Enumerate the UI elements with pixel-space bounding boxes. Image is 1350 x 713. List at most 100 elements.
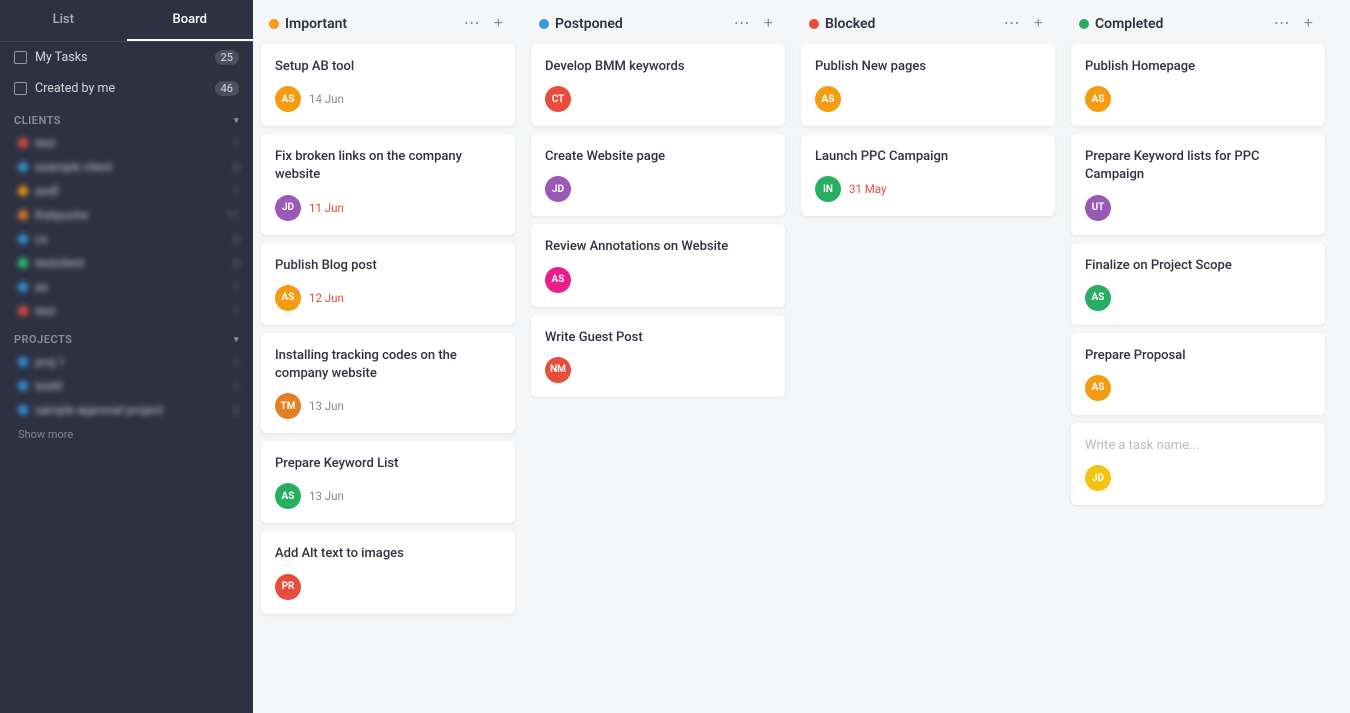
card-title: Review Annotations on Website <box>545 238 771 256</box>
blocked-dot <box>809 19 819 29</box>
avatar: CT <box>545 86 571 112</box>
client-item-asdf[interactable]: asdf 1 <box>0 179 253 203</box>
avatar: AS <box>1085 285 1111 311</box>
card-publish-blog[interactable]: Publish Blog post AS 12 Jun <box>261 243 515 325</box>
card-title: Launch PPC Campaign <box>815 148 1041 166</box>
checkbox-created-by-me <box>14 82 27 95</box>
client-item-ao[interactable]: ao 1 <box>0 275 253 299</box>
clients-arrow-icon: ▾ <box>234 116 239 126</box>
card-review-annotations[interactable]: Review Annotations on Website AS <box>531 224 785 306</box>
card-date: 11 Jun <box>309 201 344 215</box>
important-more-button[interactable]: ⋯ <box>460 14 484 34</box>
avatar: IN <box>815 176 841 202</box>
tab-list[interactable]: List <box>0 0 127 41</box>
created-by-me-label: Created by me <box>35 81 115 96</box>
card-title: Publish New pages <box>815 58 1041 76</box>
card-prepare-keyword-list[interactable]: Prepare Keyword List AS 13 Jun <box>261 441 515 523</box>
client-item-test2[interactable]: test 1 <box>0 299 253 323</box>
card-title: Setup AB tool <box>275 58 501 76</box>
project-item-sample-approval[interactable]: sample approval project 2 <box>0 398 253 422</box>
column-blocked: Blocked ⋯ + Publish New pages AS Launch … <box>793 0 1063 713</box>
project-item-testit[interactable]: testit 1 <box>0 374 253 398</box>
card-setup-ab[interactable]: Setup AB tool AS 14 Jun <box>261 44 515 126</box>
card-title-placeholder: Write a task name... <box>1085 437 1311 455</box>
card-write-task-name[interactable]: Write a task name... JD <box>1071 423 1325 505</box>
avatar: PR <box>275 574 301 600</box>
card-publish-new-pages[interactable]: Publish New pages AS <box>801 44 1055 126</box>
avatar: AS <box>275 86 301 112</box>
card-prepare-proposal[interactable]: Prepare Proposal AS <box>1071 333 1325 415</box>
avatar: JD <box>1085 465 1111 491</box>
column-header-important: Important ⋯ + <box>261 0 515 44</box>
card-finalize-project-scope[interactable]: Finalize on Project Scope AS <box>1071 243 1325 325</box>
card-date: 14 Jun <box>309 92 344 106</box>
avatar: AS <box>545 267 571 293</box>
projects-label: Projects <box>14 333 72 346</box>
my-tasks-count: 25 <box>215 50 239 65</box>
column-header-completed: Completed ⋯ + <box>1071 0 1325 44</box>
avatar: AS <box>1085 86 1111 112</box>
completed-dot <box>1079 19 1089 29</box>
avatar: NM <box>545 357 571 383</box>
projects-arrow-icon: ▾ <box>234 335 239 345</box>
avatar: JD <box>275 195 301 221</box>
card-date: 31 May <box>849 182 886 196</box>
sidebar-tabs: List Board <box>0 0 253 42</box>
card-fix-broken[interactable]: Fix broken links on the company website … <box>261 134 515 234</box>
card-develop-bmm[interactable]: Develop BMM keywords CT <box>531 44 785 126</box>
clients-section-header[interactable]: Clients ▾ <box>0 104 253 131</box>
client-item-testclient[interactable]: testclient 5 <box>0 251 253 275</box>
avatar: UT <box>1085 195 1111 221</box>
avatar: AS <box>275 285 301 311</box>
sidebar-item-my-tasks[interactable]: My Tasks 25 <box>0 42 253 73</box>
column-header-blocked: Blocked ⋯ + <box>801 0 1055 44</box>
card-title: Develop BMM keywords <box>545 58 771 76</box>
postponed-dot <box>539 19 549 29</box>
my-tasks-label: My Tasks <box>35 50 88 65</box>
checkbox-my-tasks <box>14 51 27 64</box>
card-launch-ppc[interactable]: Launch PPC Campaign IN 31 May <box>801 134 1055 216</box>
blocked-title: Blocked <box>825 16 994 32</box>
client-item-cs[interactable]: cs 3 <box>0 227 253 251</box>
card-title: Create Website page <box>545 148 771 166</box>
column-header-postponed: Postponed ⋯ + <box>531 0 785 44</box>
postponed-add-button[interactable]: + <box>760 14 777 34</box>
card-date: 13 Jun <box>309 489 344 503</box>
card-installing-tracking[interactable]: Installing tracking codes on the company… <box>261 333 515 433</box>
sidebar: List Board My Tasks 25 Created by me 46 … <box>0 0 253 713</box>
client-item-thatpuche[interactable]: thatpuche 11 <box>0 203 253 227</box>
avatar: AS <box>275 483 301 509</box>
completed-add-button[interactable]: + <box>1300 14 1317 34</box>
card-prepare-keyword-lists-ppc[interactable]: Prepare Keyword lists for PPC Campaign U… <box>1071 134 1325 234</box>
card-title: Add Alt text to images <box>275 545 501 563</box>
avatar: TM <box>275 393 301 419</box>
card-title: Prepare Proposal <box>1085 347 1311 365</box>
completed-more-button[interactable]: ⋯ <box>1270 14 1294 34</box>
column-important: Important ⋯ + Setup AB tool AS 14 Jun Fi… <box>253 0 523 713</box>
card-add-alt-text[interactable]: Add Alt text to images PR <box>261 531 515 613</box>
project-item-proj1[interactable]: proj 1 1 <box>0 350 253 374</box>
column-completed: Completed ⋯ + Publish Homepage AS Prepar… <box>1063 0 1333 713</box>
tab-board[interactable]: Board <box>127 0 254 41</box>
client-item-test[interactable]: test 1 <box>0 131 253 155</box>
card-write-guest[interactable]: Write Guest Post NM <box>531 315 785 397</box>
card-create-website[interactable]: Create Website page JD <box>531 134 785 216</box>
blocked-more-button[interactable]: ⋯ <box>1000 14 1024 34</box>
card-title: Write Guest Post <box>545 329 771 347</box>
important-dot <box>269 19 279 29</box>
card-title: Fix broken links on the company website <box>275 148 501 184</box>
avatar: JD <box>545 176 571 202</box>
avatar: AS <box>815 86 841 112</box>
postponed-more-button[interactable]: ⋯ <box>730 14 754 34</box>
sidebar-item-created-by-me[interactable]: Created by me 46 <box>0 73 253 104</box>
completed-title: Completed <box>1095 16 1264 32</box>
card-title: Prepare Keyword lists for PPC Campaign <box>1085 148 1311 184</box>
show-more-projects[interactable]: Show more <box>0 422 253 447</box>
blocked-add-button[interactable]: + <box>1030 14 1047 34</box>
client-item-example-client[interactable]: example client 3 <box>0 155 253 179</box>
projects-section-header[interactable]: Projects ▾ <box>0 323 253 350</box>
card-publish-homepage[interactable]: Publish Homepage AS <box>1071 44 1325 126</box>
card-date: 12 Jun <box>309 291 344 305</box>
clients-label: Clients <box>14 114 61 127</box>
important-add-button[interactable]: + <box>490 14 507 34</box>
